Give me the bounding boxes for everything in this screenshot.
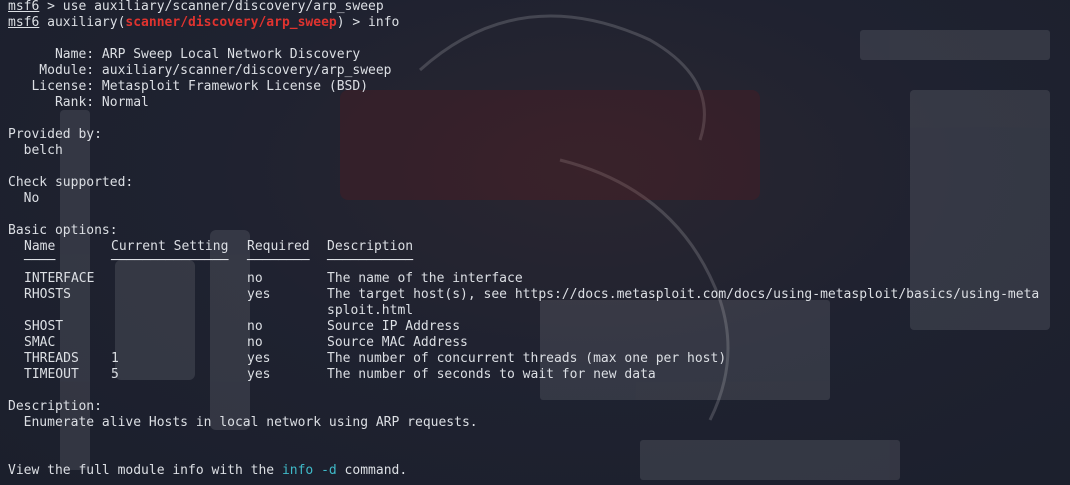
command-line-2: msf6 auxiliary(scanner/discovery/arp_swe… — [8, 15, 399, 31]
info-value: auxiliary/scanner/discovery/arp_sweep — [94, 63, 392, 78]
module-path-highlight: scanner/discovery/arp_sweep — [125, 15, 337, 30]
provided-by-heading: Provided by: — [8, 127, 102, 142]
option-name: SMAC — [24, 335, 56, 350]
terminal-window[interactable]: msf6 > use auxiliary/scanner/discovery/a… — [0, 0, 1070, 485]
option-required: yes — [247, 367, 271, 382]
description-heading: Description: — [8, 399, 102, 414]
column-underline-description: ─────────── — [327, 253, 414, 268]
info-name-line: Name: ARP Sweep Local Network Discovery — [8, 47, 360, 63]
option-description: The number of concurrent threads (max on… — [327, 351, 727, 366]
info-d-command-highlight: info -d — [281, 463, 337, 478]
option-required: yes — [247, 351, 271, 366]
command-text: > use auxiliary/scanner/discovery/arp_sw… — [39, 0, 384, 14]
info-module-line: Module: auxiliary/scanner/discovery/arp_… — [8, 63, 392, 79]
check-supported-value: No — [8, 191, 40, 206]
option-name: THREADS — [24, 351, 79, 366]
command-line-1: msf6 > use auxiliary/scanner/discovery/a… — [8, 0, 384, 15]
column-underline-required: ──────── — [247, 253, 310, 268]
prompt-prefix: auxiliary( — [39, 15, 126, 30]
option-description: The name of the interface — [327, 271, 523, 286]
info-license-line: License: Metasploit Framework License (B… — [8, 79, 368, 95]
option-current-setting: 1 — [111, 351, 119, 366]
option-required: no — [247, 335, 263, 350]
msf-prompt-label: msf6 — [8, 15, 40, 30]
option-required: no — [247, 319, 263, 334]
basic-options-heading: Basic options: — [8, 223, 118, 238]
msf-prompt-label: msf6 — [8, 0, 40, 14]
info-key: Module: — [8, 63, 95, 78]
option-required: no — [247, 271, 263, 286]
info-value: ARP Sweep Local Network Discovery — [94, 47, 361, 62]
option-required: yes — [247, 287, 271, 302]
check-supported-heading: Check supported: — [8, 175, 134, 190]
option-description: The number of seconds to wait for new da… — [327, 367, 656, 382]
provided-by-value: belch — [8, 143, 63, 158]
column-underline-name: ──── — [24, 253, 56, 268]
option-description: Source IP Address — [327, 319, 461, 334]
option-name: SHOST — [24, 319, 64, 334]
option-name: INTERFACE — [24, 271, 95, 286]
option-name: RHOSTS — [24, 287, 71, 302]
info-value: Normal — [94, 95, 149, 110]
footer-hint: View the full module info with the info … — [8, 463, 407, 479]
info-key: License: — [8, 79, 95, 94]
option-description-continued: sploit.html — [327, 303, 414, 318]
option-name: TIMEOUT — [24, 367, 79, 382]
column-underline-current-setting: ─────────────── — [111, 253, 229, 268]
footer-text: View the full module info with the — [8, 463, 282, 478]
option-description: The target host(s), see https://docs.met… — [327, 287, 1040, 302]
info-rank-line: Rank: Normal — [8, 95, 149, 111]
prompt-suffix-command: ) > info — [336, 15, 400, 30]
info-value: Metasploit Framework License (BSD) — [94, 79, 369, 94]
info-key: Name: — [8, 47, 95, 62]
description-text: Enumerate alive Hosts in local network u… — [8, 415, 478, 430]
info-key: Rank: — [8, 95, 95, 110]
option-description: Source MAC Address — [327, 335, 468, 350]
footer-text-end: command. — [336, 463, 408, 478]
option-current-setting: 5 — [111, 367, 119, 382]
